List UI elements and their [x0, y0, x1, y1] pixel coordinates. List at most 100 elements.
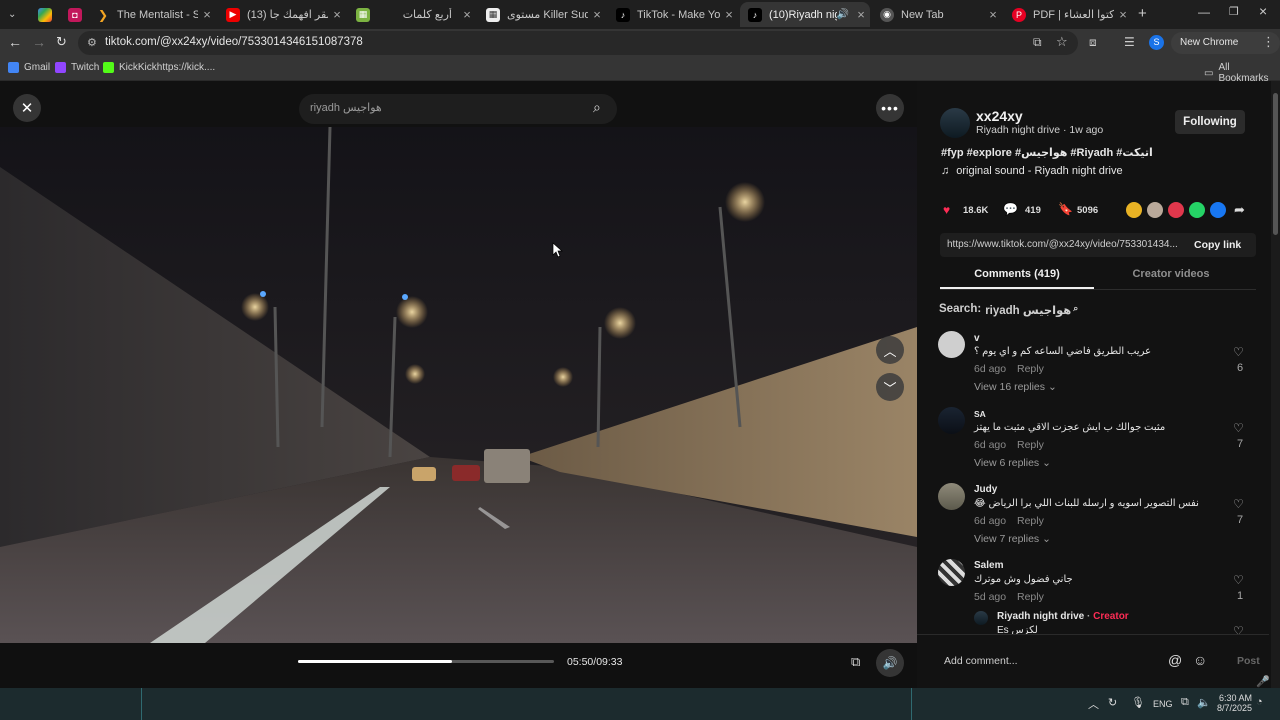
- comment-like-icon[interactable]: ♡: [1233, 624, 1244, 634]
- heart-icon[interactable]: ♥: [943, 203, 950, 217]
- close-tab-icon[interactable]: ×: [458, 7, 476, 22]
- close-video-button[interactable]: ✕: [13, 94, 41, 122]
- view-replies-button[interactable]: View 16 replies ⌄: [974, 381, 1057, 393]
- tab-tiktok-video[interactable]: ♪ (10)Riyadh night dr 🔊 ×: [740, 2, 870, 27]
- tab-youtube[interactable]: ▶ (13) رابح صقر افهمك جا... ×: [218, 2, 346, 27]
- tab-tiktok-home[interactable]: ♪ TikTok - Make Your Day ×: [608, 2, 738, 27]
- network-icon[interactable]: ⧉: [1181, 696, 1189, 709]
- reply-button[interactable]: Reply: [1017, 591, 1044, 603]
- close-window-button[interactable]: ×: [1259, 3, 1267, 19]
- bookmark-gmail[interactable]: Gmail: [8, 62, 50, 73]
- whatsapp-icon[interactable]: [1189, 202, 1205, 218]
- bookmark-icon[interactable]: 🔖: [1058, 202, 1073, 216]
- copy-link-button[interactable]: Copy link: [1194, 239, 1241, 251]
- bookmark-star-icon[interactable]: ☆: [1056, 34, 1068, 50]
- sound-link[interactable]: ♫ original sound - Riyadh night drive: [941, 165, 1123, 177]
- add-comment-input[interactable]: Add comment...: [944, 655, 1018, 667]
- commenter-avatar[interactable]: [938, 483, 965, 510]
- comment-username[interactable]: v: [974, 333, 980, 344]
- previous-video-button[interactable]: ︿: [876, 336, 904, 364]
- reply-button[interactable]: Reply: [1017, 515, 1044, 527]
- creator-reply-username[interactable]: Riyadh night drive: [997, 611, 1084, 622]
- following-button[interactable]: Following: [1175, 110, 1245, 134]
- video-link[interactable]: https://www.tiktok.com/@xx24xy/video/753…: [947, 239, 1178, 250]
- close-tab-icon[interactable]: ×: [198, 7, 216, 22]
- post-button[interactable]: Post: [1237, 655, 1260, 667]
- repost-icon[interactable]: [1147, 202, 1163, 218]
- emoji-icon[interactable]: ☺: [1193, 652, 1207, 668]
- tab-mentalist[interactable]: ❯ The Mentalist - S3 - E7 ×: [88, 2, 216, 27]
- commenter-avatar[interactable]: [938, 407, 965, 434]
- volume-icon[interactable]: 🔈: [1197, 696, 1211, 709]
- tab-new-tab[interactable]: ◉ New Tab ×: [872, 2, 1002, 27]
- more-options-button[interactable]: •••: [876, 94, 904, 122]
- tab-sudoku[interactable]: ▦ مستوى Killer Sudoku ×: [478, 2, 606, 27]
- reading-list-icon[interactable]: ☰: [1124, 35, 1135, 49]
- address-bar[interactable]: ⚙ tiktok.com/@xx24xy/video/7533014346151…: [78, 31, 1078, 55]
- tab-creator-videos[interactable]: Creator videos: [1094, 268, 1248, 288]
- facebook-icon[interactable]: [1210, 202, 1226, 218]
- commenter-avatar[interactable]: [938, 559, 965, 586]
- tab-pinned-2[interactable]: ◘: [60, 2, 86, 27]
- volume-button[interactable]: 🔊: [876, 649, 904, 677]
- extensions-icon[interactable]: ⧈: [1089, 35, 1097, 50]
- comment-icon[interactable]: 💬: [1003, 202, 1018, 216]
- progress-track[interactable]: [298, 660, 554, 663]
- tab-search-button[interactable]: ⌄: [4, 2, 24, 27]
- embed-icon[interactable]: [1126, 202, 1142, 218]
- comment-like-icon[interactable]: ♡: [1233, 573, 1244, 587]
- search-input[interactable]: riyadh هواجيس: [310, 101, 382, 114]
- forward-icon[interactable]: →: [32, 34, 46, 50]
- search-related[interactable]: Search: riyadh هواجيس ⌕: [939, 303, 1078, 317]
- video-frame[interactable]: [0, 127, 917, 643]
- bookmark-twitch[interactable]: Twitch: [55, 62, 99, 73]
- restore-button[interactable]: ❐: [1229, 5, 1239, 18]
- close-tab-icon[interactable]: ×: [984, 7, 1002, 22]
- miniplayer-icon[interactable]: ⧉: [851, 654, 860, 670]
- close-tab-icon[interactable]: ×: [852, 7, 870, 22]
- reply-button[interactable]: Reply: [1017, 439, 1044, 451]
- bookmark-kick[interactable]: KickKickhttps://kick....: [103, 62, 215, 73]
- new-tab-button[interactable]: +: [1138, 5, 1147, 22]
- next-video-button[interactable]: ﹀: [876, 373, 904, 401]
- comment-username[interactable]: SA: [974, 409, 986, 419]
- comment-username[interactable]: Salem: [974, 560, 1003, 571]
- back-icon[interactable]: ←: [8, 34, 22, 50]
- show-hidden-icons[interactable]: ︿: [1088, 696, 1099, 712]
- view-replies-button[interactable]: View 7 replies ⌄: [974, 533, 1051, 545]
- more-menu-icon[interactable]: ⋮: [1262, 34, 1275, 50]
- close-tab-icon[interactable]: ×: [328, 7, 346, 22]
- voice-typing-icon[interactable]: 🎤: [1256, 675, 1270, 688]
- commenter-avatar[interactable]: [938, 331, 965, 358]
- clock[interactable]: 6:30 AM 8/7/2025: [1216, 693, 1252, 713]
- close-tab-icon[interactable]: ×: [720, 7, 738, 22]
- creator-username[interactable]: xx24xy: [976, 108, 1023, 124]
- notifications-icon[interactable]: ◔: [1256, 696, 1263, 708]
- tab-words[interactable]: ▦ أربع كلمات ×: [348, 2, 476, 27]
- comment-username[interactable]: Judy: [974, 484, 997, 495]
- search-icon[interactable]: ⌕: [593, 99, 601, 116]
- language-indicator[interactable]: ENG: [1153, 699, 1173, 709]
- tab-comments[interactable]: Comments (419): [940, 268, 1094, 288]
- comment-like-icon[interactable]: ♡: [1233, 497, 1244, 511]
- comment-like-icon[interactable]: ♡: [1233, 421, 1244, 435]
- tab-pinned-1[interactable]: [30, 2, 56, 27]
- reload-icon[interactable]: ↻: [56, 34, 67, 50]
- panel-scrollbar[interactable]: [1271, 81, 1280, 688]
- speaker-icon[interactable]: 🔊: [837, 9, 849, 20]
- comment-like-icon[interactable]: ♡: [1233, 345, 1244, 359]
- reply-button[interactable]: Reply: [1017, 363, 1044, 375]
- creator-reply-avatar[interactable]: [974, 611, 988, 625]
- search-bar[interactable]: riyadh هواجيس ⌕: [299, 94, 617, 124]
- hashtags[interactable]: #fyp #explore #هواجيس #Riyadh #اتيكت: [941, 146, 1153, 159]
- sync-icon[interactable]: ↻: [1108, 696, 1117, 709]
- close-tab-icon[interactable]: ×: [588, 7, 606, 22]
- share-arrow-icon[interactable]: ➦: [1234, 202, 1245, 218]
- minimize-button[interactable]: —: [1198, 5, 1210, 19]
- tab-pdf[interactable]: P PDF | كتوا العشاء - - ×: [1004, 2, 1132, 27]
- mention-icon[interactable]: @: [1168, 652, 1182, 668]
- view-replies-button[interactable]: View 6 replies ⌄: [974, 457, 1051, 469]
- creator-avatar[interactable]: [940, 108, 970, 138]
- close-tab-icon[interactable]: ×: [1114, 7, 1132, 22]
- scrollbar-thumb[interactable]: [1273, 93, 1278, 235]
